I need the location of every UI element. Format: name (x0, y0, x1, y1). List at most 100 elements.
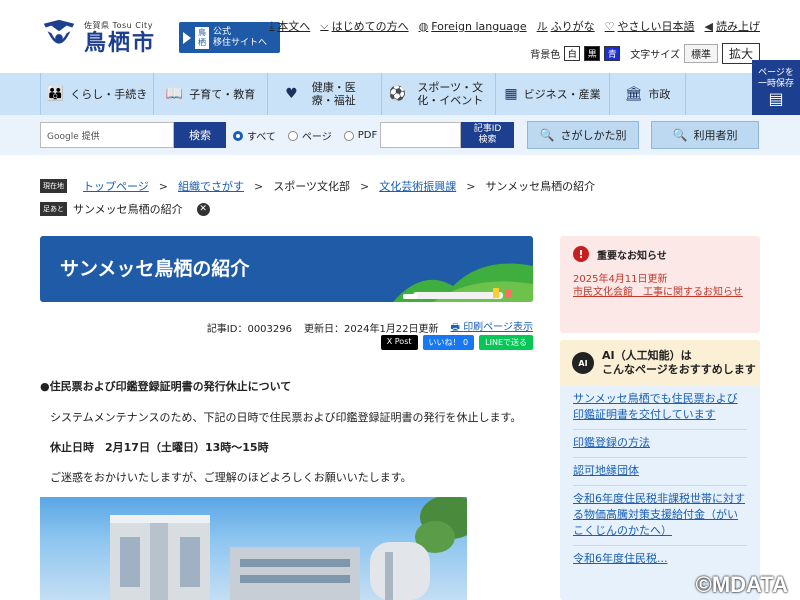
util-link-foreign[interactable]: ◍ Foreign language (419, 18, 527, 34)
font-size-label: 文字サイズ (630, 50, 680, 61)
banner-tag: 鳥栖 (195, 26, 209, 49)
chevron-right-icon: > (254, 179, 264, 193)
ball-icon: ⚽ (388, 86, 407, 102)
display-prefs: 背景色 白 黒 青 文字サイズ 標準 拡大 (530, 43, 760, 64)
util-link-furigana[interactable]: ルふりがな (537, 18, 595, 34)
play-icon (183, 31, 191, 44)
page-title-box: サンメッセ鳥栖の紹介 (40, 236, 533, 302)
migration-site-banner[interactable]: 鳥栖 公式 移住サイトへ (179, 22, 280, 53)
heart-icon: ♡ (604, 19, 615, 33)
building-icon: ▦ (504, 86, 518, 102)
landscape-illustration (393, 263, 533, 302)
logo-subtitle: 佐賀県 Tosu City (84, 20, 153, 30)
printer-icon: 🖶 (450, 322, 460, 333)
close-icon[interactable]: ✕ (196, 202, 210, 216)
bg-black-button[interactable]: 黒 (584, 46, 601, 61)
search-icon: 🔍 (672, 128, 688, 142)
chevron-right-icon: > (466, 179, 476, 193)
exclamation-icon: ! (573, 246, 589, 262)
site-search-input[interactable]: Google 提供 (40, 122, 174, 148)
banner-line2: 移住サイトへ (213, 37, 268, 48)
facebook-like-button[interactable]: いいね！ 0 (422, 335, 475, 350)
watermark: ©MDATA (695, 572, 788, 597)
nav-item-living[interactable]: 👪 くらし・手続き (40, 73, 154, 115)
article-body: ●住民票および印鑑登録証明書の発行休止について システムメンテナンスのため、下記… (40, 380, 533, 501)
breadcrumb-org[interactable]: 組織でさがす (178, 178, 244, 194)
radio-page[interactable]: ページ (287, 128, 332, 143)
bookmark-stack-icon: ▤ (768, 89, 784, 108)
notice-link[interactable]: 市民文化会館 工事に関するお知らせ (573, 285, 747, 301)
banner-line1: 公式 (213, 26, 232, 37)
site-logo[interactable]: 佐賀県 Tosu City 鳥栖市 (40, 18, 156, 56)
site-search-button[interactable]: 検索 (174, 122, 226, 148)
find-by-user-button[interactable]: 🔍 利用者別 (651, 121, 759, 149)
download-icon: ⤓ (269, 19, 275, 32)
nav-item-business[interactable]: ▦ ビジネス・産業 (496, 73, 610, 115)
breadcrumb-top[interactable]: トップページ (83, 178, 149, 194)
util-link-beginner[interactable]: ⌵ はじめての方へ (320, 18, 408, 34)
search-bar: Google 提供 検索 すべて ページ PDF 記事ID 検索 🔍 さがしかた… (0, 115, 800, 155)
current-location-tag: 現在地 (40, 179, 67, 193)
ai-recommendations: AI AI（人工知能）は こんなページをおすすめします サンメッセ鳥栖でも住民票… (560, 340, 760, 600)
bg-blue-button[interactable]: 青 (604, 46, 621, 61)
breadcrumb-current: サンメッセ鳥栖の紹介 (485, 180, 596, 193)
book-icon: 📖 (165, 86, 184, 102)
important-notice: ! 重要なお知らせ 2025年4月11日更新 市民文化会館 工事に関するお知らせ (560, 236, 760, 333)
family-icon: 👪 (46, 86, 65, 102)
search-scope: すべて ページ PDF (233, 128, 377, 143)
radio-all[interactable]: すべて (233, 128, 276, 143)
font-standard-button[interactable]: 標準 (683, 44, 718, 63)
logo-title: 鳥栖市 (84, 29, 157, 56)
ai-head-icon: AI (572, 352, 594, 374)
ai-link[interactable]: 印鑑登録の方法 (573, 430, 747, 458)
ai-title-line2: こんなページをおすすめします (602, 363, 756, 376)
nav-item-city[interactable]: 🏛 市政 (610, 73, 686, 115)
article-id: 記事ID：0003296 (206, 324, 292, 335)
sunmesse-building-photo (40, 497, 467, 600)
bg-white-button[interactable]: 白 (564, 46, 581, 61)
ai-link[interactable]: 令和6年度住民税非課税世帯に対する物価高騰対策支援給付金（がいこくじんのかたへ） (573, 486, 747, 546)
notice-title: 重要なお知らせ (597, 250, 667, 262)
article-id-input[interactable] (380, 122, 461, 148)
heart-icon: ♥ (285, 86, 298, 102)
x-post-button[interactable]: X Post (380, 335, 418, 350)
trail-item: サンメッセ鳥栖の紹介 (73, 203, 183, 216)
updated-date: 更新日：2024年1月22日更新 (304, 324, 439, 335)
page-title: サンメッセ鳥栖の紹介 (60, 258, 250, 280)
ai-link[interactable]: サンメッセ鳥栖でも住民票および印鑑証明書を交付しています (573, 386, 747, 430)
article-id-search-button[interactable]: 記事ID 検索 (461, 122, 514, 148)
tosu-emblem-icon (43, 19, 75, 44)
chevron-right-icon: > (360, 179, 370, 193)
article-para2: 休止日時 2月17日（土曜日）13時～15時 (50, 441, 269, 454)
ai-title-line1: AI（人工知能）は (602, 349, 692, 362)
nav-item-health[interactable]: ♥ 健康・医療・福祉 (268, 73, 382, 115)
article-para1: システムメンテナンスのため、下記の日時で住民票および印鑑登録証明書の発行を休止し… (50, 411, 522, 424)
notice-date: 2025年4月11日更新 (573, 274, 668, 285)
util-link-easy-japanese[interactable]: ♡ やさしい日本語 (605, 18, 695, 34)
site-header: 佐賀県 Tosu City 鳥栖市 鳥栖 公式 移住サイトへ ⤓ 本文へ ⌵ はじめ… (0, 0, 800, 73)
breadcrumb: 現在地 トップページ > 組織でさがす > スポーツ文化部 > 文化芸術振興課 … (40, 178, 595, 194)
globe-icon: ◍ (418, 19, 429, 33)
global-nav: 👪 くらし・手続き 📖 子育て・教育 ♥ 健康・医療・福祉 ⚽ スポーツ・文化・… (0, 73, 800, 115)
cityhall-icon: 🏛 (624, 86, 643, 102)
article-heading: ●住民票および印鑑登録証明書の発行休止について (40, 380, 292, 393)
breadcrumb-sports-dept: スポーツ文化部 (273, 180, 350, 193)
line-share-button[interactable]: LINEで送る (479, 335, 533, 350)
breadcrumb-culture-section[interactable]: 文化芸術振興課 (379, 178, 456, 194)
utility-links: ⤓ 本文へ ⌵ はじめての方へ ◍ Foreign language ルふりがな ♡ や… (269, 18, 760, 34)
ai-link[interactable]: 認可地縁団体 (573, 458, 747, 486)
trail: 足あと サンメッセ鳥栖の紹介 ✕ (40, 201, 210, 217)
find-by-method-button[interactable]: 🔍 さがしかた別 (527, 121, 639, 149)
beginner-icon: ⌵ (320, 19, 329, 32)
nav-item-sports[interactable]: ⚽ スポーツ・文化・イベント (382, 73, 496, 115)
util-link-read-aloud[interactable]: ◀ 読み上げ (705, 18, 760, 34)
bg-color-label: 背景色 (530, 50, 561, 61)
util-link-main[interactable]: ⤓ 本文へ (269, 18, 310, 34)
radio-pdf[interactable]: PDF (343, 130, 377, 141)
chevron-right-icon: > (158, 179, 168, 193)
ruby-icon: ル (536, 20, 548, 33)
nav-item-childcare[interactable]: 📖 子育て・教育 (154, 73, 268, 115)
article-para3: ご迷惑をおかけいたしますが、ご理解のほどよろしくお願いいたします。 (50, 471, 412, 484)
trail-tag: 足あと (40, 202, 67, 216)
ai-link[interactable]: 令和6年度住民税... (573, 546, 747, 573)
